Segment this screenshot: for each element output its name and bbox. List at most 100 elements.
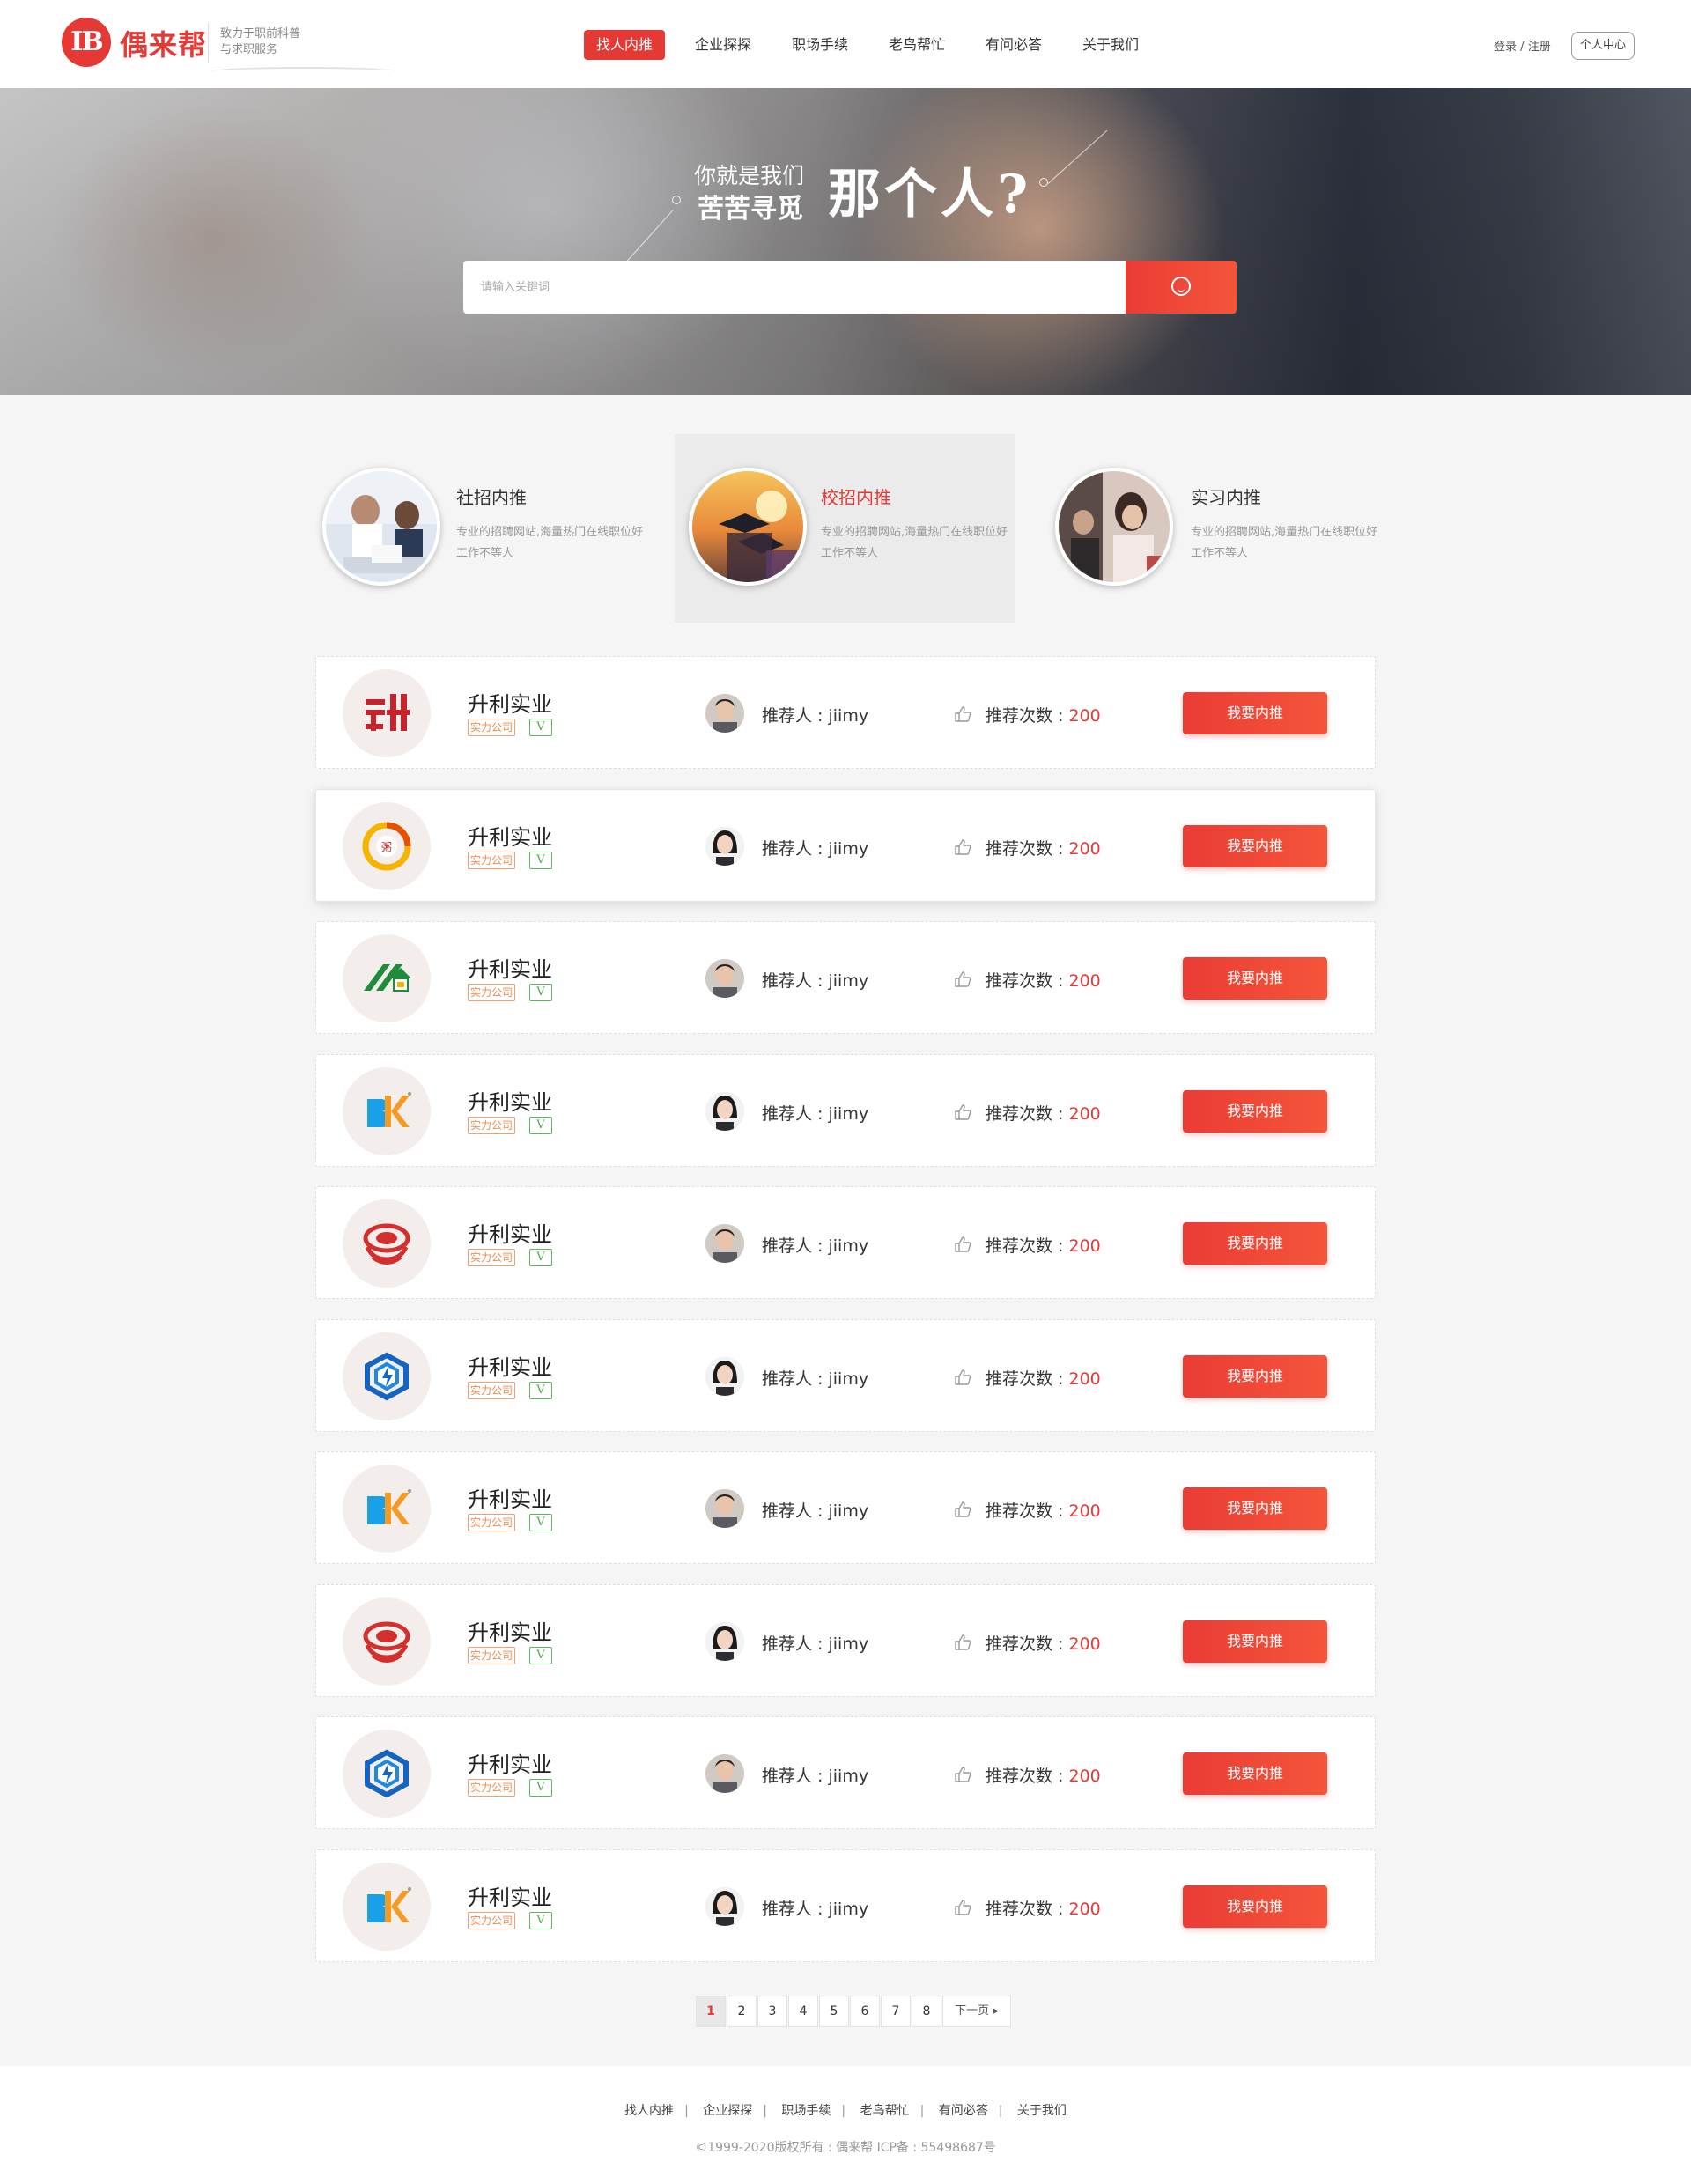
referral-card[interactable]: 粥 升利实业 实力公司 V 推荐人 : jiimy 推荐次数 : 200 我要内推 xyxy=(315,789,1376,902)
thumbs-up-icon xyxy=(955,706,971,722)
request-referral-button[interactable]: 我要内推 xyxy=(1183,1487,1327,1530)
request-referral-button[interactable]: 我要内推 xyxy=(1183,1885,1327,1928)
referral-count-label: 推荐次数 : xyxy=(986,1502,1069,1521)
referral-count-label: 推荐次数 : xyxy=(986,1369,1069,1389)
search-input[interactable] xyxy=(463,261,1126,314)
category-internship-referral[interactable]: 实习内推 专业的招聘网站,海量热门在线职位好工作不等人 xyxy=(1050,434,1390,623)
page-1[interactable]: 1 xyxy=(696,1996,726,2027)
referrer-label: 推荐人 : xyxy=(762,1369,829,1389)
search-button[interactable] xyxy=(1126,261,1237,314)
company-name[interactable]: 升利实业 xyxy=(468,1482,552,1513)
page-8[interactable]: 8 xyxy=(912,1996,941,2027)
strong-company-tag: 实力公司 xyxy=(468,1249,516,1266)
page-6[interactable]: 6 xyxy=(850,1996,880,2027)
company-name[interactable]: 升利实业 xyxy=(468,820,552,851)
category-image-campus xyxy=(689,468,807,586)
company-name[interactable]: 升利实业 xyxy=(468,1217,552,1248)
footer-link-about-us[interactable]: 关于我们 xyxy=(1017,2104,1067,2118)
site-logo[interactable]: IB 偶来帮 致力于职前科普 与求职服务 xyxy=(62,18,396,70)
request-referral-button[interactable]: 我要内推 xyxy=(1183,825,1327,867)
bk-logo xyxy=(343,1465,431,1553)
next-page-button[interactable]: 下一页 ▸ xyxy=(942,1996,1011,2027)
referral-card[interactable]: 升利实业 实力公司 V 推荐人 : jiimy 推荐次数 : 200 我要内推 xyxy=(315,1319,1376,1432)
user-center-button[interactable]: 个人中心 xyxy=(1571,32,1636,60)
footer-sep: | xyxy=(841,2104,846,2118)
referral-card[interactable]: 升利实业 实力公司 V 推荐人 : jiimy 推荐次数 : 200 我要内推 xyxy=(315,1849,1376,1962)
nav-item-about-us[interactable]: 关于我们 xyxy=(1070,30,1151,60)
referral-count-value: 200 xyxy=(1068,1104,1101,1124)
nav-item-company-explore[interactable]: 企业探探 xyxy=(683,30,764,60)
logo-name: 偶来帮 xyxy=(120,28,208,62)
category-social-referral[interactable]: 社招内推 专业的招聘网站,海量热门在线职位好工作不等人 xyxy=(315,434,655,623)
company-name[interactable]: 升利实业 xyxy=(468,1747,552,1778)
referrer-avatar xyxy=(705,959,744,998)
category-tabs: 社招内推 专业的招聘网站,海量热门在线职位好工作不等人 校招内推 专业的招聘网站… xyxy=(0,434,1691,623)
referral-count-label: 推荐次数 : xyxy=(986,1236,1069,1256)
referrer-label: 推荐人 : xyxy=(762,1634,829,1654)
referrer-name: jiimy xyxy=(828,971,869,991)
nav-item-find-referral[interactable]: 找人内推 xyxy=(584,30,666,60)
referral-count-label: 推荐次数 : xyxy=(986,971,1069,991)
referral-card[interactable]: 升利实业 实力公司 V 推荐人 : jiimy 推荐次数 : 200 我要内推 xyxy=(315,1451,1376,1564)
page-4[interactable]: 4 xyxy=(788,1996,818,2027)
nav-item-qa[interactable]: 有问必答 xyxy=(973,30,1054,60)
site-footer: 找人内推 | 企业探探 | 职场手续 | 老鸟帮忙 | 有问必答 | 关于我们 ©1999… xyxy=(0,2066,1691,2184)
thumbs-up-icon xyxy=(955,1502,971,1517)
next-page-label: 下一页 xyxy=(955,2004,990,2018)
company-name[interactable]: 升利实业 xyxy=(468,687,552,718)
referral-count: 推荐次数 : 200 xyxy=(986,1763,1101,1787)
category-desc: 专业的招聘网站,海量热门在线职位好工作不等人 xyxy=(1191,526,1378,560)
company-name[interactable]: 升利实业 xyxy=(468,952,552,983)
referrer-info: 推荐人 : jiimy xyxy=(762,703,868,727)
page-5[interactable]: 5 xyxy=(819,1996,849,2027)
login-link[interactable]: 登录 xyxy=(1494,41,1517,54)
hero-banner: 你就是我们 苦苦寻觅 那个人? xyxy=(0,88,1691,395)
referral-count-label: 推荐次数 : xyxy=(986,1900,1069,1919)
page-2[interactable]: 2 xyxy=(727,1996,757,2027)
nav-item-veteran-help[interactable]: 老鸟帮忙 xyxy=(876,30,957,60)
referral-card[interactable]: 升利实业 实力公司 V 推荐人 : jiimy 推荐次数 : 200 我要内推 xyxy=(315,1054,1376,1167)
footer-copyright: ©1999-2020版权所有 : 偶来帮 ICP备 : 55498687号 xyxy=(695,2141,996,2155)
company-name[interactable]: 升利实业 xyxy=(468,1615,552,1646)
footer-link-company-explore[interactable]: 企业探探 xyxy=(703,2104,752,2118)
request-referral-button[interactable]: 我要内推 xyxy=(1183,1620,1327,1663)
referral-count-label: 推荐次数 : xyxy=(986,1767,1069,1786)
page-7[interactable]: 7 xyxy=(881,1996,911,2027)
referrer-name: jiimy xyxy=(828,1369,869,1389)
request-referral-button[interactable]: 我要内推 xyxy=(1183,1090,1327,1133)
company-name[interactable]: 升利实业 xyxy=(468,1085,552,1116)
footer-link-workplace-procedures[interactable]: 职场手续 xyxy=(781,2104,831,2118)
footer-link-qa[interactable]: 有问必答 xyxy=(939,2104,988,2118)
thumbs-up-icon xyxy=(955,1104,971,1120)
footer-link-find-referral[interactable]: 找人内推 xyxy=(624,2104,674,2118)
footer-sep: | xyxy=(998,2104,1003,2118)
page-3[interactable]: 3 xyxy=(757,1996,787,2027)
request-referral-button[interactable]: 我要内推 xyxy=(1183,1355,1327,1398)
request-referral-button[interactable]: 我要内推 xyxy=(1183,692,1327,734)
referrer-name: jiimy xyxy=(828,1502,869,1521)
referral-card[interactable]: 升利实业 实力公司 V 推荐人 : jiimy 推荐次数 : 200 我要内推 xyxy=(315,656,1376,769)
referral-card[interactable]: 升利实业 实力公司 V 推荐人 : jiimy 推荐次数 : 200 我要内推 xyxy=(315,1186,1376,1299)
nav-item-workplace-procedures[interactable]: 职场手续 xyxy=(779,30,860,60)
referral-card[interactable]: 升利实业 实力公司 V 推荐人 : jiimy 推荐次数 : 200 我要内推 xyxy=(315,1584,1376,1697)
request-referral-button[interactable]: 我要内推 xyxy=(1183,1222,1327,1265)
company-name[interactable]: 升利实业 xyxy=(468,1880,552,1911)
request-referral-button[interactable]: 我要内推 xyxy=(1183,957,1327,1000)
referrer-avatar xyxy=(705,1357,744,1396)
referral-count: 推荐次数 : 200 xyxy=(986,703,1101,727)
footer-link-veteran-help[interactable]: 老鸟帮忙 xyxy=(860,2104,910,2118)
referral-count: 推荐次数 : 200 xyxy=(986,1498,1101,1522)
referral-card[interactable]: 升利实业 实力公司 V 推荐人 : jiimy 推荐次数 : 200 我要内推 xyxy=(315,921,1376,1034)
company-name[interactable]: 升利实业 xyxy=(468,1350,552,1381)
referral-count-label: 推荐次数 : xyxy=(986,1104,1069,1124)
chevron-right-icon: ▸ xyxy=(993,2004,999,2018)
verified-badge: V xyxy=(529,1382,552,1399)
referral-card[interactable]: 升利实业 实力公司 V 推荐人 : jiimy 推荐次数 : 200 我要内推 xyxy=(315,1716,1376,1829)
referrer-info: 推荐人 : jiimy xyxy=(762,1101,868,1125)
referrer-avatar xyxy=(705,1622,744,1661)
strong-company-tag: 实力公司 xyxy=(468,1912,516,1929)
request-referral-button[interactable]: 我要内推 xyxy=(1183,1752,1327,1795)
verified-badge: V xyxy=(529,1912,552,1929)
register-link[interactable]: 注册 xyxy=(1528,41,1551,54)
category-campus-referral[interactable]: 校招内推 专业的招聘网站,海量热门在线职位好工作不等人 xyxy=(675,434,1015,623)
